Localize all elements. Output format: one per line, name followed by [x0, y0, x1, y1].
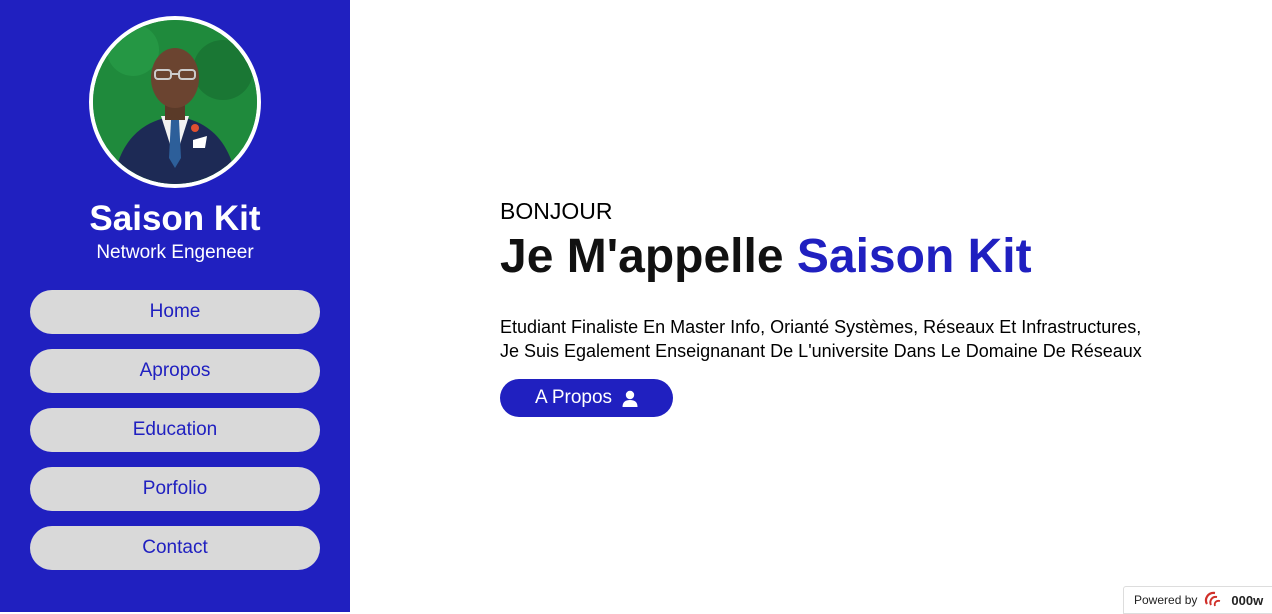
- page-title: Je M'appelle Saison Kit: [500, 229, 1032, 285]
- nav-contact[interactable]: Contact: [30, 526, 320, 570]
- nav-portfolio[interactable]: Porfolio: [30, 467, 320, 511]
- title-prefix: Je M'appelle: [500, 230, 784, 283]
- greeting: BONJOUR: [500, 198, 613, 224]
- intro-description: Etudiant Finaliste En Master Info, Orian…: [500, 317, 1142, 361]
- main-nav: Home Apropos Education Porfolio Contact: [30, 290, 320, 585]
- title-name: Saison Kit: [796, 230, 1032, 283]
- nav-education[interactable]: Education: [30, 408, 320, 452]
- profile-role: Network Engeneer: [96, 242, 254, 263]
- avatar: [89, 16, 261, 188]
- nav-home[interactable]: Home: [30, 290, 320, 334]
- sidebar: Saison Kit Network Engeneer Home Apropos…: [0, 0, 350, 612]
- powered-by-badge[interactable]: Powered by 000w: [1123, 586, 1272, 614]
- hosting-brand: 000w: [1231, 592, 1264, 608]
- powered-by-text: Powered by: [1134, 593, 1198, 607]
- hosting-logo-icon: [1203, 590, 1225, 611]
- user-icon: [622, 390, 638, 407]
- profile-name: Saison Kit: [89, 199, 261, 238]
- about-button[interactable]: A Propos: [500, 379, 673, 417]
- about-button-label: A Propos: [534, 387, 613, 408]
- nav-apropos[interactable]: Apropos: [30, 349, 320, 393]
